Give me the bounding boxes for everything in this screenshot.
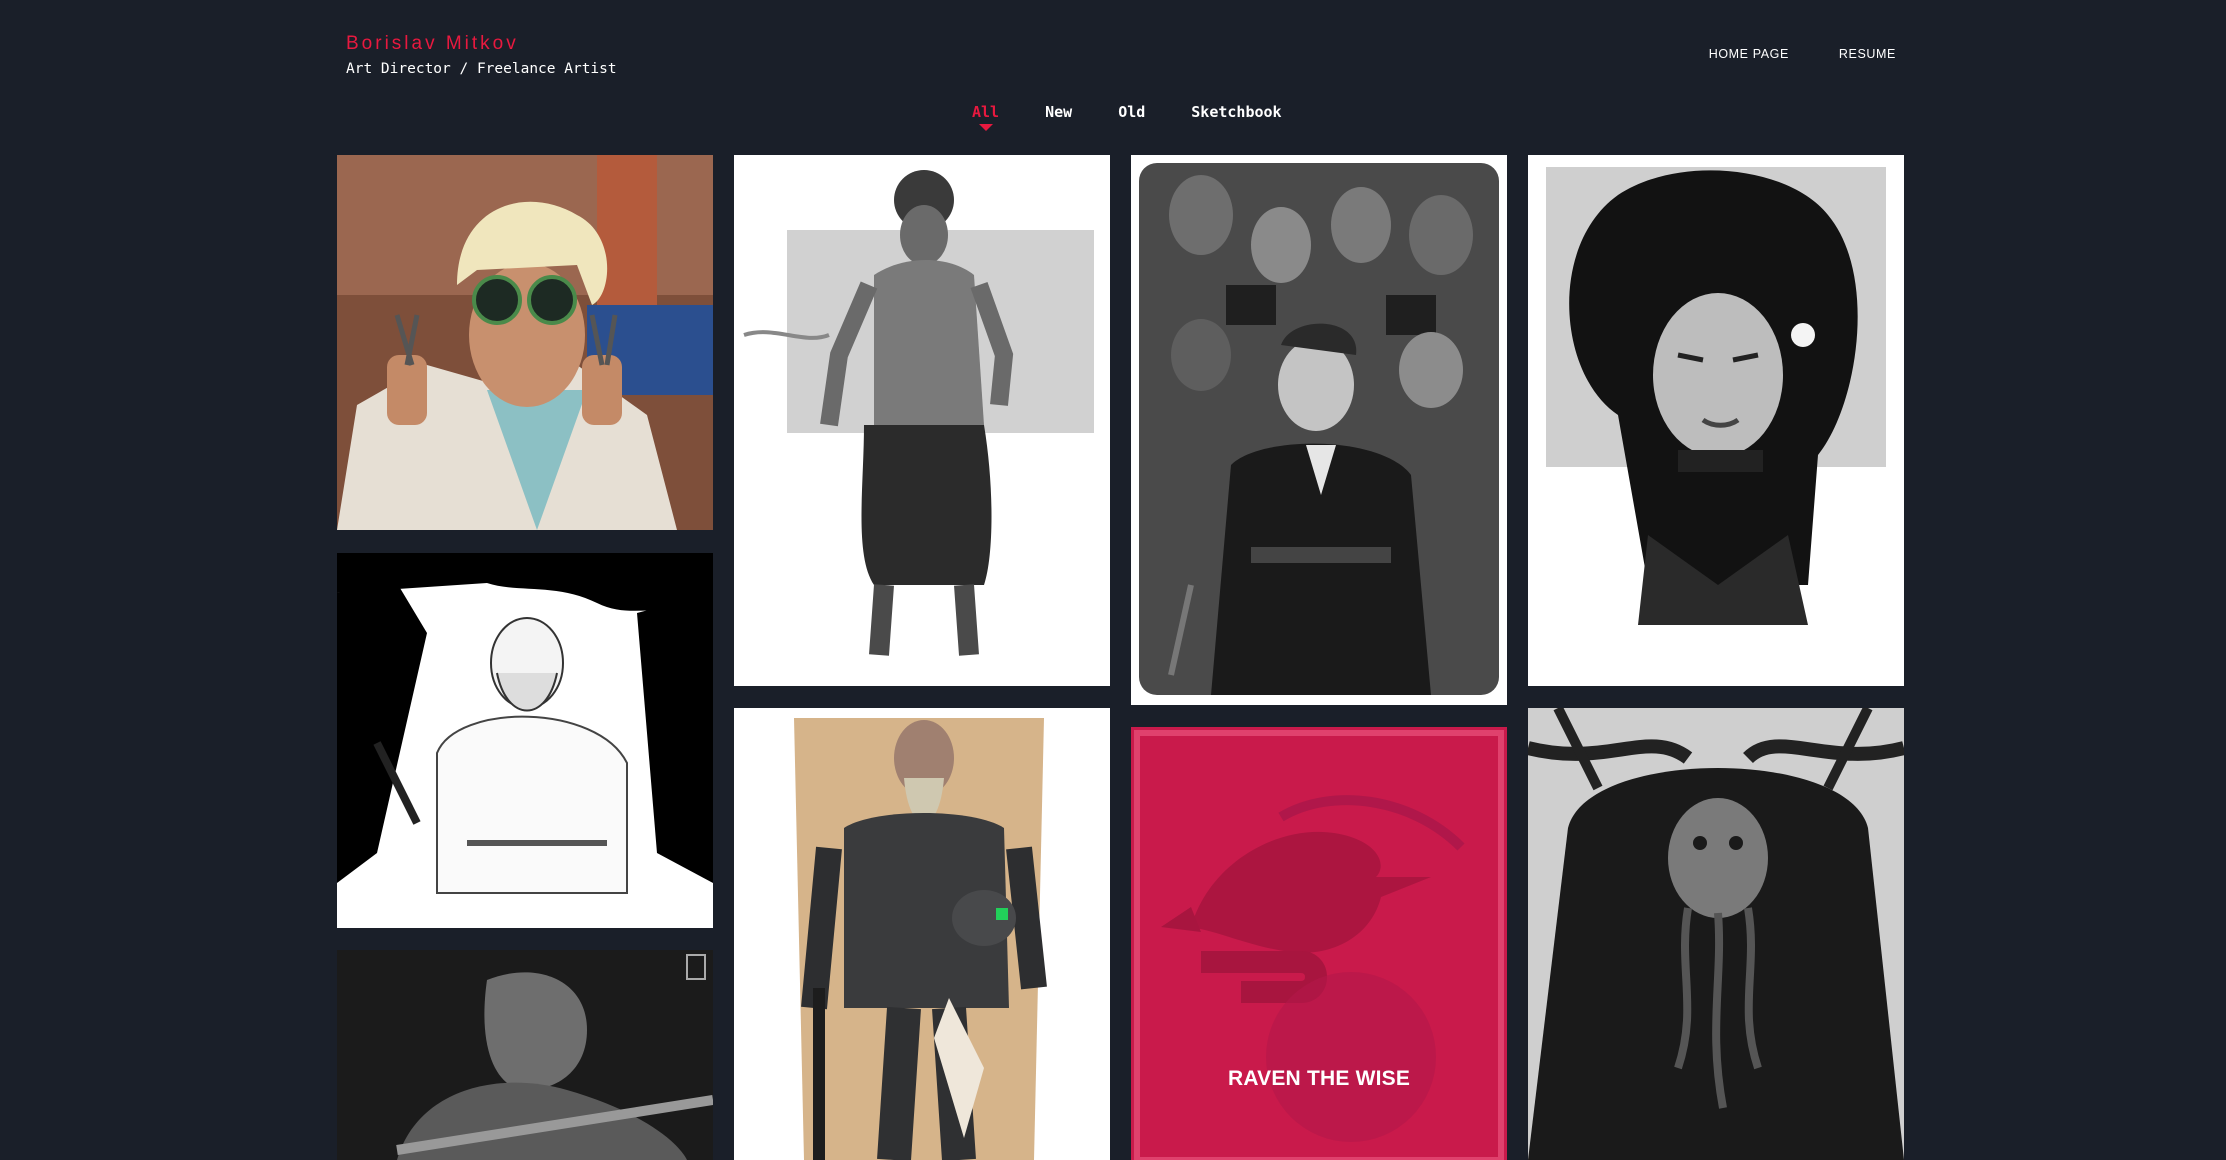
artwork-image xyxy=(337,553,713,928)
filter-all[interactable]: All xyxy=(972,102,999,131)
filter-old[interactable]: Old xyxy=(1118,102,1145,122)
resume-link[interactable]: RESUME xyxy=(1839,47,1896,61)
portfolio-filter: All New Old Sketchbook xyxy=(972,102,1328,131)
artwork-tile-tentacle-creature[interactable] xyxy=(1528,708,1904,1160)
site-branding: Borislav Mitkov Art Director / Freelance… xyxy=(346,32,617,80)
artwork-image xyxy=(734,708,1110,1160)
artwork-tile-turbaned-warrior[interactable] xyxy=(734,155,1110,686)
artwork-image xyxy=(734,155,1110,686)
artwork-image xyxy=(337,155,713,530)
raven-illustration xyxy=(1134,730,1504,1160)
artwork-image xyxy=(337,950,713,1160)
artwork-tile-doc-brown[interactable] xyxy=(337,155,713,530)
artist-role: Art Director / Freelance Artist xyxy=(346,61,617,77)
artwork-tile-raven-the-wise[interactable]: RAVEN THE WISE xyxy=(1131,727,1507,1160)
artwork-tile-armored-soldier[interactable] xyxy=(734,708,1110,1160)
home-page-link[interactable]: HOME PAGE xyxy=(1709,47,1789,61)
artwork-image xyxy=(1528,155,1904,686)
artwork-tile-warrior-sketch[interactable] xyxy=(337,950,713,1160)
artwork-tile-woman-portrait[interactable] xyxy=(1528,155,1904,686)
artwork-tile-victorian-crowd[interactable] xyxy=(1131,155,1507,705)
artwork-image xyxy=(1131,155,1507,705)
artist-name[interactable]: Borislav Mitkov xyxy=(346,32,617,56)
artwork-image xyxy=(1528,708,1904,1160)
top-navigation: HOME PAGE RESUME xyxy=(1709,47,1896,61)
artwork-tile-bearded-man-sketch[interactable] xyxy=(337,553,713,928)
raven-card-title: RAVEN THE WISE xyxy=(1227,1067,1411,1090)
filter-new[interactable]: New xyxy=(1045,102,1072,122)
filter-sketchbook[interactable]: Sketchbook xyxy=(1191,102,1281,122)
